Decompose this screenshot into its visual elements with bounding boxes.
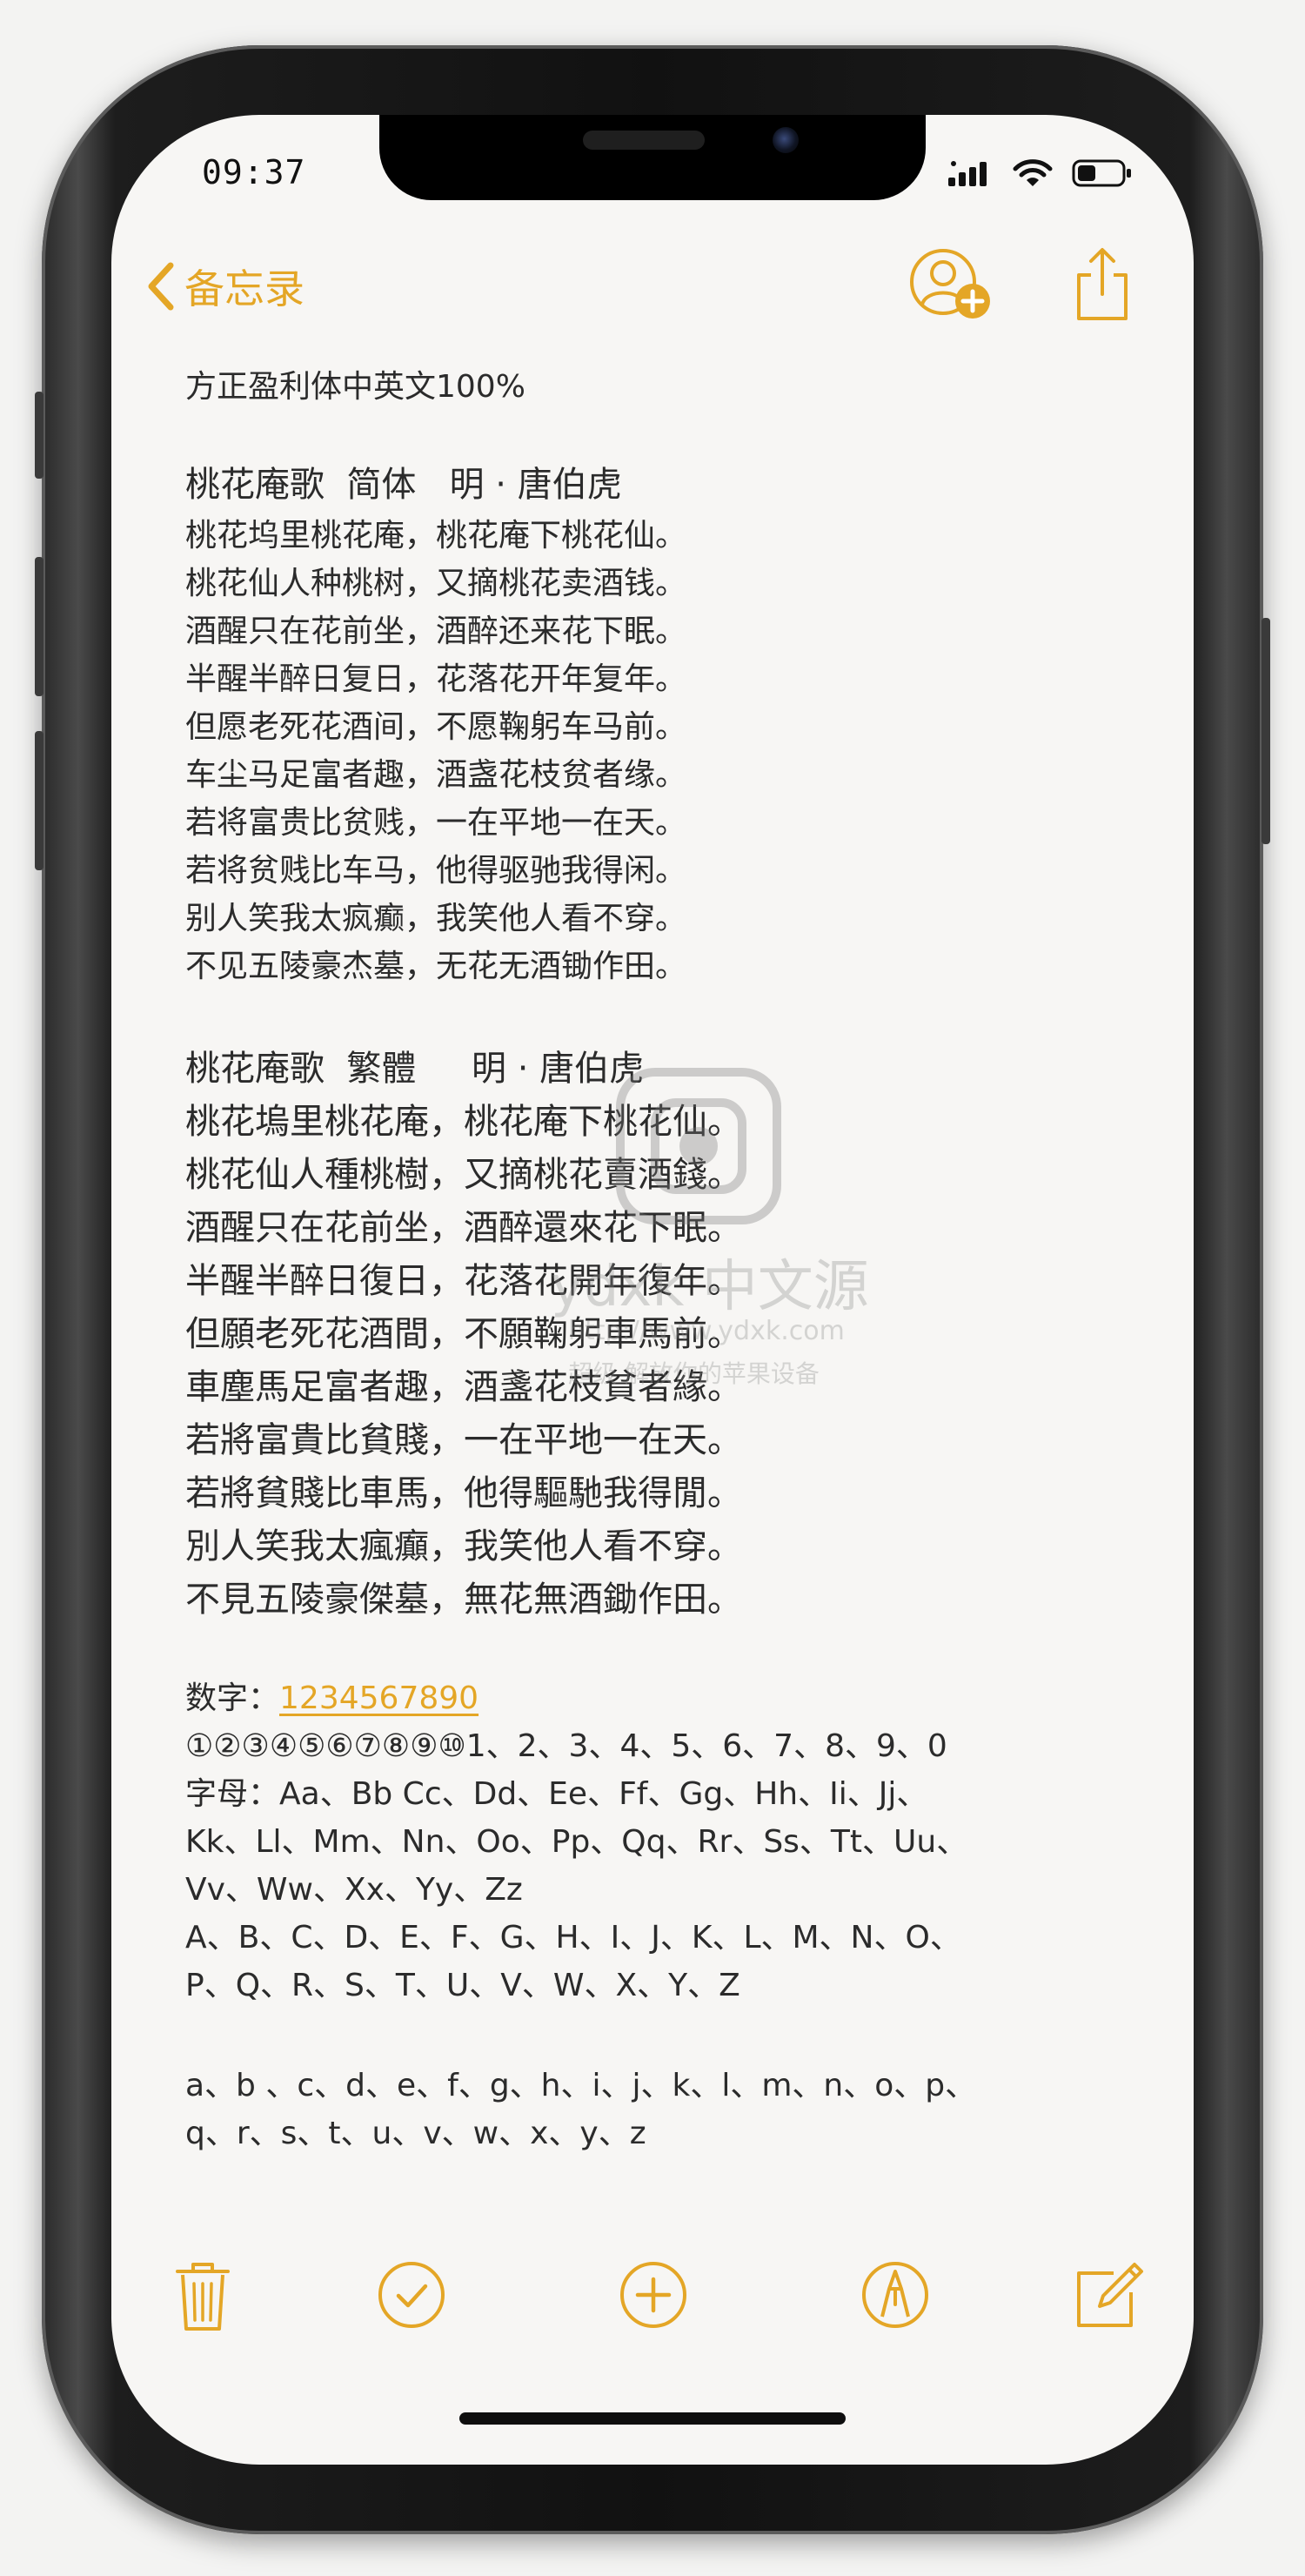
poem-line: 若将贫贱比车马，他得驱驰我得闲。 (185, 853, 687, 889)
letters-line: 字母：Aa、Bb Cc、Dd、Ee、Ff、Gg、Hh、Ii、Jj、 (185, 1776, 928, 1812)
notch (379, 115, 926, 200)
poem-line: 不见五陵豪杰墓，无花无酒锄作田。 (185, 949, 687, 984)
poem-line: 半醒半醉日复日，花落花开年复年。 (185, 661, 687, 697)
poem-line: 桃花仙人种桃树，又摘桃花卖酒钱。 (185, 566, 687, 601)
poem-line: 别人笑我太疯癫，我笑他人看不穿。 (185, 901, 687, 936)
speaker (583, 131, 705, 150)
front-camera (773, 127, 799, 153)
trash-icon[interactable] (164, 2256, 242, 2334)
lowercase-line: q、r、s、t、u、v、w、x、y、z (185, 2116, 646, 2151)
home-indicator[interactable] (459, 2412, 846, 2425)
poem-simplified-title: 桃花庵歌 简体 明 · 唐伯虎 (185, 465, 622, 505)
poem-line: 车尘马足富者趣，酒盏花枝贫者缘。 (185, 757, 687, 793)
nav-actions (907, 245, 1133, 324)
digits-label: 数字： (185, 1680, 280, 1716)
poem-line: 若將貧賤比車馬，他得驅馳我得閒。 (185, 1473, 742, 1513)
status-icons (948, 158, 1133, 188)
navigation-bar: 备忘录 (111, 245, 1194, 332)
wifi-icon (1013, 159, 1053, 186)
plus-circle-icon[interactable] (614, 2256, 693, 2334)
status-time: 09:37 (202, 153, 306, 191)
digits-row: 数字：1234567890 (185, 1674, 1125, 1722)
share-icon[interactable] (1072, 245, 1133, 324)
poem-line: 但願老死花酒間，不願鞠躬車馬前。 (185, 1314, 742, 1354)
poem-line: 桃花仙人種桃樹，又摘桃花賣酒錢。 (185, 1155, 742, 1195)
back-label: 备忘录 (184, 265, 304, 312)
letters-line: A、B、C、D、E、F、G、H、I、J、K、L、M、N、O、 (185, 1920, 961, 1955)
poem-line: 酒醒只在花前坐，酒醉還來花下眠。 (185, 1208, 742, 1248)
pen-circle-icon[interactable] (856, 2256, 934, 2334)
poem-line: 酒醒只在花前坐，酒醉还来花下眠。 (185, 614, 687, 649)
volume-up-button (35, 557, 44, 696)
back-button[interactable]: 备忘录 (146, 258, 304, 315)
poem-line: 半醒半醉日復日，花落花開年復年。 (185, 1261, 742, 1301)
silent-switch (35, 392, 44, 479)
checkmark-circle-icon[interactable] (372, 2256, 451, 2334)
poem-simplified-lines: 桃花坞里桃花庵，桃花庵下桃花仙。 桃花仙人种桃树，又摘桃花卖酒钱。 酒醒只在花前… (185, 512, 1125, 990)
poem-line: 不見五陵豪傑墓，無花無酒鋤作田。 (185, 1580, 742, 1620)
poem-line: 桃花坞里桃花庵，桃花庵下桃花仙。 (185, 518, 687, 553)
poem-line: 但愿老死花酒间，不愿鞠躬车马前。 (185, 709, 687, 745)
digits-link[interactable]: 1234567890 (279, 1680, 478, 1716)
poem-line: 若將富貴比貧賤，一在平地一在天。 (185, 1420, 742, 1460)
letters-line: Vv、Ww、Xx、Yy、Zz (185, 1872, 523, 1908)
battery-icon (1072, 159, 1131, 187)
note-body[interactable]: 方正盈利体中英文100% 桃花庵歌 简体 明 · 唐伯虎 桃花坞里桃花庵，桃花庵… (185, 363, 1125, 2157)
poem-traditional-title: 桃花庵歌 繁體 明 · 唐伯虎 (185, 1049, 645, 1089)
add-person-icon[interactable] (907, 245, 994, 324)
letters-line: Kk、Ll、Mm、Nn、Oo、Pp、Qq、Rr、Ss、Tt、Uu、 (185, 1824, 968, 1860)
poem-line: 車塵馬足富者趣，酒盞花枝貧者緣。 (185, 1367, 742, 1407)
note-heading: 方正盈利体中英文100% (185, 369, 525, 405)
bottom-toolbar (111, 2256, 1194, 2351)
letters-line: P、Q、R、S、T、U、V、W、X、Y、Z (185, 1968, 740, 2003)
poem-traditional-lines: 桃花塢里桃花庵，桃花庵下桃花仙。 桃花仙人種桃樹，又摘桃花賣酒錢。 酒醒只在花前… (185, 1096, 1125, 1627)
compose-icon[interactable] (1068, 2256, 1147, 2334)
power-button (1262, 618, 1270, 844)
volume-down-button (35, 731, 44, 870)
screen: 09:37 备忘录 方正盈利体中英文100% 桃花庵歌 简体 明 · 唐伯虎 桃… (111, 115, 1194, 2465)
cellular-signal-icon (948, 161, 987, 186)
enumerated-row: ①②③④⑤⑥⑦⑧⑨⑩1、2、3、4、5、6、7、8、9、0 (185, 1728, 947, 1764)
poem-line: 桃花塢里桃花庵，桃花庵下桃花仙。 (185, 1102, 742, 1142)
poem-line: 別人笑我太瘋癲，我笑他人看不穿。 (185, 1526, 742, 1566)
poem-line: 若将富贵比贫贱，一在平地一在天。 (185, 805, 687, 841)
lowercase-line: a、b 、c、d、e、f、g、h、i、j、k、l、m、n、o、p、 (185, 2068, 977, 2103)
chevron-left-icon (148, 262, 174, 311)
